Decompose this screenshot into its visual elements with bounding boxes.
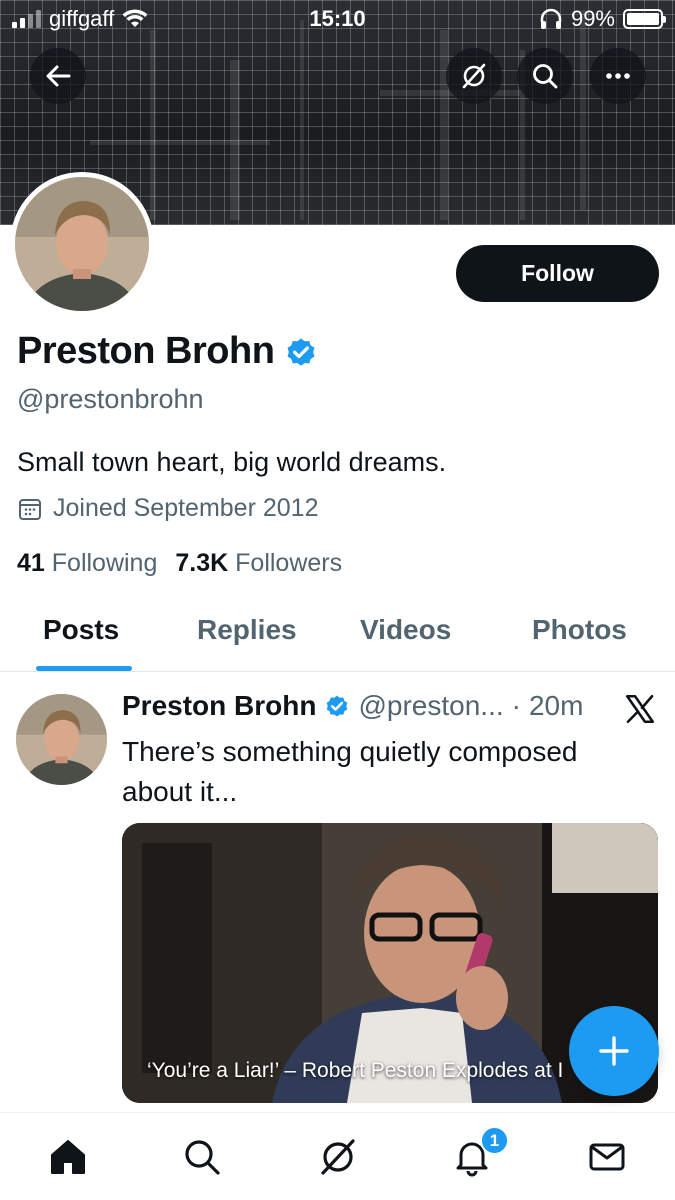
- profile-name-row: Preston Brohn: [17, 330, 318, 373]
- avatar-image: [15, 177, 149, 311]
- post-avatar-image: [16, 694, 107, 785]
- compose-button[interactable]: [569, 1006, 659, 1096]
- followers-label: Followers: [235, 549, 343, 577]
- search-icon: [533, 64, 558, 89]
- more-icon: [606, 73, 630, 79]
- followers-count: 7.3K: [175, 549, 229, 577]
- grok-icon: [462, 63, 486, 89]
- post-handle[interactable]: @preston...: [358, 690, 503, 722]
- verified-badge-icon[interactable]: [284, 335, 318, 369]
- follow-button[interactable]: Follow: [456, 245, 659, 302]
- follow-stats: 41 Following 7.3K Followers: [17, 549, 342, 578]
- tab-photos[interactable]: Photos: [532, 614, 627, 646]
- post-time[interactable]: 20m: [529, 690, 583, 722]
- media-caption: ‘You’re a Liar!’ – Robert Peston Explode…: [147, 1059, 564, 1082]
- post-separator: ·: [511, 690, 521, 721]
- home-icon: [51, 1140, 85, 1174]
- profile-tabs: Posts Replies Videos Photos: [0, 600, 675, 672]
- nav-search[interactable]: [180, 1135, 224, 1179]
- following-count: 41: [17, 549, 45, 577]
- more-button[interactable]: [590, 48, 646, 104]
- tab-replies[interactable]: Replies: [197, 614, 297, 646]
- battery-percent: 99%: [570, 6, 615, 31]
- grok-button[interactable]: [446, 48, 502, 104]
- post-avatar[interactable]: [16, 694, 107, 785]
- mail-icon: [589, 1143, 625, 1171]
- x-logo-icon: [625, 694, 655, 724]
- post-text: There’s something quietly composed about…: [122, 736, 578, 807]
- bottom-nav: [0, 1112, 675, 1200]
- profile-avatar[interactable]: [10, 172, 154, 316]
- search-icon: [185, 1140, 220, 1175]
- notifications-badge: 1: [480, 1126, 509, 1155]
- calendar-icon: [19, 498, 41, 520]
- post-header: Preston Brohn @preston... · 20m: [122, 690, 662, 722]
- nav-grok[interactable]: [316, 1135, 360, 1179]
- back-arrow-icon: [46, 65, 71, 87]
- status-right: 99%: [539, 6, 666, 32]
- nav-messages[interactable]: [585, 1135, 629, 1179]
- tab-posts[interactable]: Posts: [43, 614, 119, 646]
- plus-icon: [599, 1036, 629, 1066]
- nav-home[interactable]: [46, 1135, 90, 1179]
- joined-date: Joined September 2012: [53, 494, 319, 522]
- joined-row: Joined September 2012: [17, 494, 318, 523]
- search-button[interactable]: [517, 48, 573, 104]
- profile-handle: @prestonbrohn: [17, 384, 204, 414]
- post-author[interactable]: Preston Brohn: [122, 690, 316, 722]
- status-bar: giffgaff 15:10 99%: [0, 0, 675, 40]
- following-link[interactable]: 41 Following: [17, 549, 157, 578]
- profile-bio: Small town heart, big world dreams.: [17, 447, 447, 477]
- post-verified-icon: [327, 695, 348, 717]
- headphones-icon: [540, 8, 562, 29]
- grok-icon: [321, 1139, 355, 1175]
- active-tab-indicator: [36, 666, 132, 671]
- followers-link[interactable]: 7.3K Followers: [175, 549, 342, 578]
- battery-icon: [623, 9, 666, 29]
- tab-videos[interactable]: Videos: [360, 614, 451, 646]
- back-button[interactable]: [30, 48, 86, 104]
- following-label: Following: [51, 549, 158, 577]
- profile-name: Preston Brohn: [17, 330, 275, 372]
